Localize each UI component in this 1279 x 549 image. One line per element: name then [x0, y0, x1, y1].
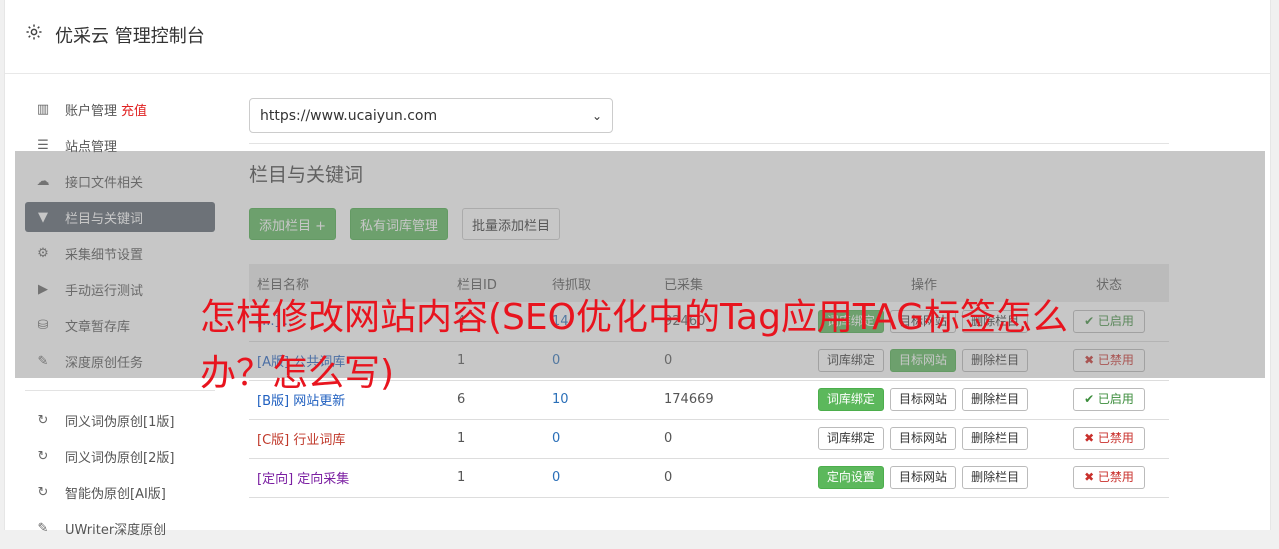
- recharge-link[interactable]: 充值: [121, 100, 147, 119]
- status-toggle[interactable]: ✖ 已禁用: [1073, 466, 1145, 489]
- chevron-down-icon: ⌄: [591, 108, 602, 123]
- column-name[interactable]: [定向] 定向采集: [249, 458, 449, 498]
- main-panel: https://www.ucaiyun.com ⌄ 栏目与关键词 添加栏目 + …: [249, 98, 1169, 498]
- sidebar-item-synonym-v2[interactable]: ↻ 同义词伪原创[2版]: [25, 441, 215, 471]
- column-name[interactable]: [C版] 行业词库: [249, 419, 449, 459]
- collected-count: 0: [656, 458, 799, 498]
- delete-column-button[interactable]: 删除栏目: [962, 466, 1029, 489]
- sidebar-item-label: UWriter深度原创: [65, 522, 167, 538]
- sidebar-item-label: 同义词伪原创[1版]: [65, 414, 175, 430]
- pending-count[interactable]: 0: [544, 419, 656, 459]
- site-select-value: https://www.ucaiyun.com: [260, 107, 438, 124]
- sidebar-item-label: 同义词伪原创[2版]: [65, 450, 175, 466]
- overlay-headline: 怎样修改网站内容(SEO优化中的Tag应用TAG标签怎么办？怎么写): [200, 297, 1069, 394]
- pending-count[interactable]: 0: [544, 458, 656, 498]
- column-id: 1: [449, 458, 544, 498]
- collected-count: 0: [656, 419, 799, 459]
- site-select[interactable]: https://www.ucaiyun.com ⌄: [249, 98, 613, 133]
- sidebar-item-account[interactable]: ▥ 账户管理 充值: [25, 94, 215, 124]
- sidebar-item-label: 智能伪原创[AI版]: [65, 486, 166, 502]
- sidebar-item-label: 账户管理: [65, 103, 118, 119]
- directed-settings-button[interactable]: 定向设置: [817, 466, 884, 489]
- section-divider: [249, 143, 1169, 144]
- status-toggle[interactable]: ✖ 已禁用: [1073, 427, 1145, 450]
- refresh-icon: ↻: [37, 448, 49, 464]
- row-actions: 定向设置 目标网站 删除栏目: [799, 458, 1049, 498]
- gear-icon: [26, 24, 42, 40]
- target-site-button[interactable]: 目标网站: [889, 466, 956, 489]
- table-row: [C版] 行业词库 1 0 0 词库绑定 目标网站 删除栏目 ✖ 已禁用: [249, 419, 1169, 459]
- bar-chart-icon: ▥: [36, 101, 50, 117]
- lexicon-bind-button[interactable]: 词库绑定: [817, 427, 884, 450]
- sidebar-item-uwriter[interactable]: ✎ UWriter深度原创: [25, 513, 215, 543]
- edit-icon: ✎: [37, 520, 49, 536]
- table-row: [定向] 定向采集 1 0 0 定向设置 目标网站 删除栏目 ✖ 已禁用: [249, 458, 1169, 498]
- column-id: 1: [449, 419, 544, 459]
- page-title: 优采云 管理控制台: [55, 26, 205, 47]
- target-site-button[interactable]: 目标网站: [889, 427, 956, 450]
- delete-column-button[interactable]: 删除栏目: [962, 427, 1029, 450]
- sidebar-item-ai-original[interactable]: ↻ 智能伪原创[AI版]: [25, 477, 215, 507]
- refresh-icon: ↻: [37, 412, 49, 428]
- sidebar-item-synonym-v1[interactable]: ↻ 同义词伪原创[1版]: [25, 405, 215, 435]
- top-bar: 优采云 管理控制台: [5, 0, 1270, 74]
- sidebar-divider: [25, 390, 215, 391]
- row-actions: 词库绑定 目标网站 删除栏目: [799, 419, 1049, 459]
- refresh-icon: ↻: [37, 484, 49, 500]
